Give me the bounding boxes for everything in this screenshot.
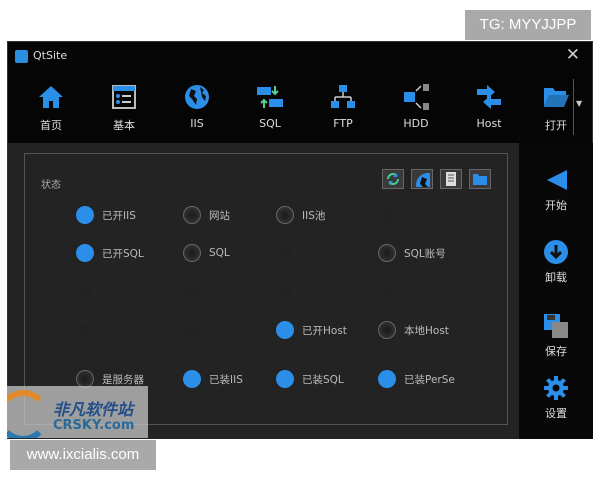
status-led: [76, 206, 94, 224]
status-indicator: 已装PerSe: [378, 370, 455, 388]
status-indicator: 已装IIS: [183, 370, 243, 388]
status-refresh-button[interactable]: [382, 169, 404, 189]
toolbar-label: 打开: [545, 119, 567, 132]
close-button[interactable]: ✕: [566, 45, 580, 65]
status-indicator: SQL账号: [378, 244, 446, 262]
status-indicator-hidden: [276, 282, 302, 300]
status-indicator-hidden: [378, 206, 404, 224]
toolbar-label: Host: [476, 117, 502, 130]
home-icon: [21, 83, 81, 111]
toolbar-label: IIS: [190, 117, 204, 130]
status-label: 已装SQL: [302, 373, 344, 386]
toolbar-button-2[interactable]: IIS: [167, 79, 227, 135]
toolbar-label: FTP: [333, 117, 353, 130]
status-indicator: IIS池: [276, 206, 325, 224]
status-label: 已装IIS: [209, 373, 243, 386]
status-label: 本地Host: [404, 324, 449, 337]
sidebar-button-0[interactable]: 开始: [519, 167, 593, 213]
status-led: [276, 321, 294, 339]
status-indicator-hidden: [183, 321, 209, 339]
window-title: QtSite: [33, 49, 68, 62]
toolbar-button-4[interactable]: FTP: [313, 79, 373, 135]
status-indicator-hidden: [76, 321, 102, 339]
status-indicator: 已开SQL: [76, 244, 144, 262]
status-indicator: SQL: [183, 244, 230, 262]
status-label: 已装PerSe: [404, 373, 455, 386]
sidebar-button-3[interactable]: 设置: [519, 375, 593, 421]
toolbar-label: 首页: [40, 119, 62, 132]
sidebar-label: 开始: [545, 199, 567, 212]
status-document-button[interactable]: [440, 169, 462, 189]
app-icon: [15, 50, 28, 63]
arrows-icon: [459, 83, 519, 111]
folder-icon: [470, 173, 490, 192]
app-window: QtSite ✕ ▼ 首页 基本 IIS SQL FTP HDD Host 打开 状态 已开I…: [7, 41, 593, 439]
status-led: [276, 370, 294, 388]
status-label: 网站: [209, 209, 230, 222]
sidebar-button-1[interactable]: 卸载: [519, 239, 593, 285]
sidebar: 开始 卸载 保存 设置: [519, 143, 593, 439]
status-led: [378, 370, 396, 388]
document-icon: [441, 172, 461, 192]
status-led: [183, 206, 201, 224]
status-led: [76, 244, 94, 262]
toolbar-button-7[interactable]: 打开: [526, 79, 586, 135]
status-folder-button[interactable]: [469, 169, 491, 189]
sidebar-label: 卸载: [545, 271, 567, 284]
toolbar-button-1[interactable]: 基本: [94, 79, 154, 135]
status-led: [183, 370, 201, 388]
status-label: 已开SQL: [102, 247, 144, 260]
sidebar-label: 保存: [545, 345, 567, 358]
refresh-icon: [383, 173, 403, 192]
status-indicator: 本地Host: [378, 321, 449, 339]
status-indicator-hidden: [76, 282, 102, 300]
status-label: 是服务器: [102, 373, 144, 386]
list-icon: [94, 83, 154, 111]
watermark-logo: 非凡软件站 CRSKY.com: [7, 386, 148, 438]
toolbar-label: HDD: [403, 117, 429, 130]
folder-open-icon: [526, 83, 586, 111]
toolbar-label: 基本: [113, 119, 135, 132]
status-indicator-hidden: [276, 244, 302, 262]
title-bar: QtSite ✕: [8, 42, 592, 71]
toolbar-button-3[interactable]: SQL: [240, 79, 300, 135]
transfer-icon: [240, 83, 300, 111]
status-indicator: 已开IIS: [76, 206, 136, 224]
status-title: 状态: [41, 180, 61, 191]
status-label: SQL账号: [404, 247, 446, 260]
status-led: [183, 244, 201, 262]
toolbar: ▼ 首页 基本 IIS SQL FTP HDD Host 打开: [8, 71, 592, 143]
sidebar-button-2[interactable]: 保存: [519, 313, 593, 359]
watermark-url: www.ixcialis.com: [10, 440, 156, 470]
download-icon: [519, 239, 593, 265]
status-indicator-hidden: [378, 282, 404, 300]
status-label: 已开Host: [302, 324, 347, 337]
status-indicator: 网站: [183, 206, 230, 224]
gear-icon: [519, 375, 593, 401]
status-label: IIS池: [302, 209, 326, 222]
toolbar-button-5[interactable]: HDD: [386, 79, 446, 135]
status-globe-button[interactable]: [411, 169, 440, 197]
globe-icon: [412, 173, 440, 197]
toolbar-button-6[interactable]: Host: [459, 79, 519, 135]
status-indicator: 已装SQL: [276, 370, 344, 388]
hdd-icon: [386, 83, 446, 111]
status-led: [378, 321, 396, 339]
watermark-tg: TG: MYYJJPP: [465, 10, 591, 40]
status-led: [276, 206, 294, 224]
toolbar-button-0[interactable]: 首页: [21, 79, 81, 135]
sidebar-label: 设置: [545, 407, 567, 420]
status-indicator-hidden: [183, 282, 209, 300]
status-led: [378, 244, 396, 262]
network-icon: [313, 83, 373, 111]
status-group: 状态 已开IIS 网站 IIS池已开SQL SQL SQL账号已开Host 本地Host 是…: [24, 153, 508, 425]
save-icon: [519, 313, 593, 339]
status-label: SQL: [209, 247, 230, 259]
play-left-icon: [519, 167, 593, 193]
status-indicator: 已开Host: [276, 321, 347, 339]
status-label: 已开IIS: [102, 209, 136, 222]
toolbar-label: SQL: [259, 117, 281, 130]
globe-icon: [167, 83, 227, 111]
